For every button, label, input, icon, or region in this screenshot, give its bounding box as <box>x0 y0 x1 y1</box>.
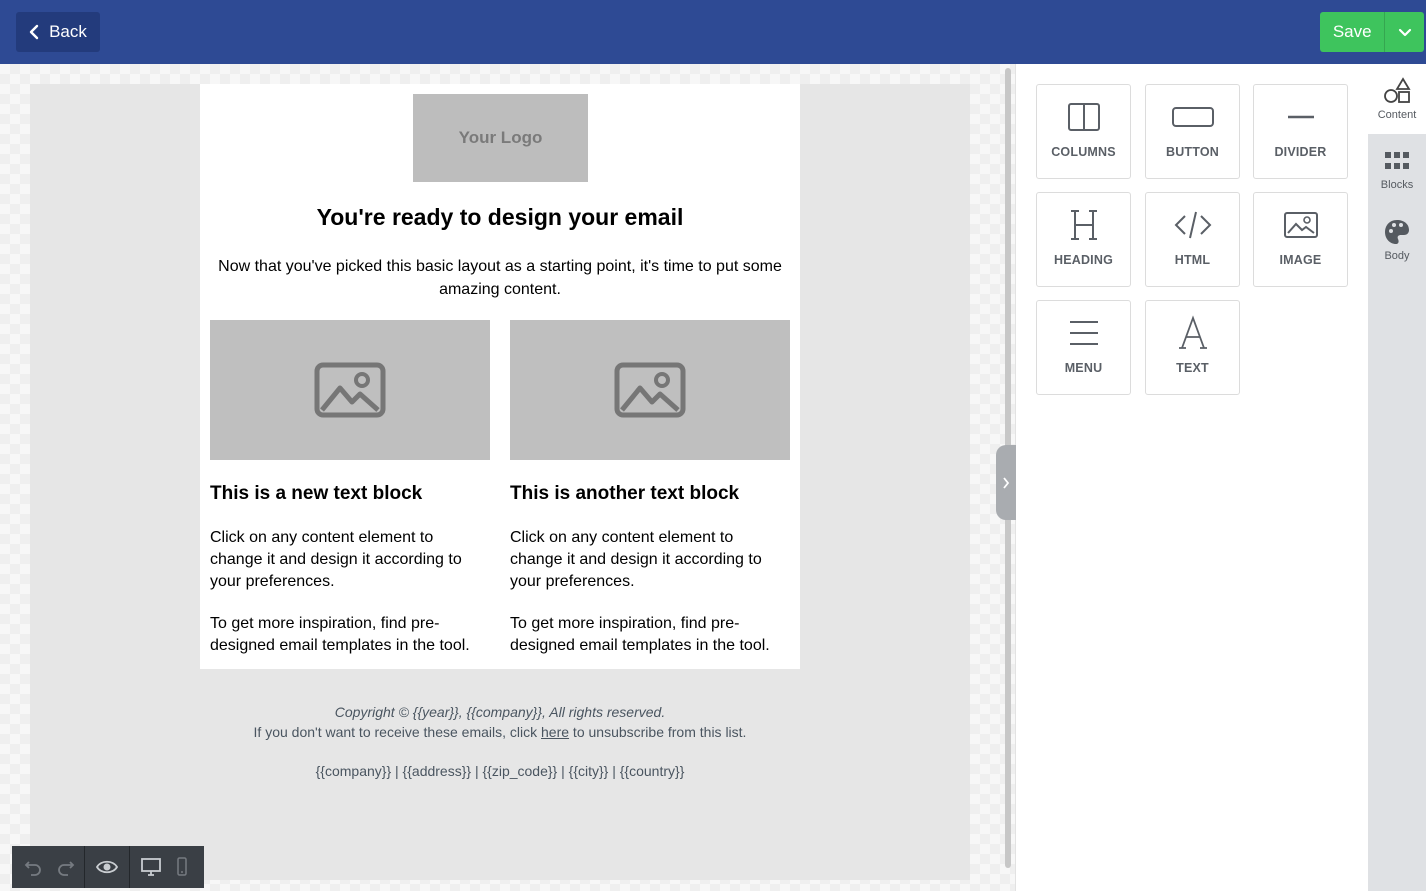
mobile-icon <box>177 857 187 876</box>
footer-address: {{company}} | {{address}} | {{zip_code}}… <box>315 763 685 779</box>
tab-label: Content <box>1377 109 1417 121</box>
desktop-icon <box>141 858 161 876</box>
column-text-left-1[interactable]: Click on any content element to change i… <box>210 527 490 593</box>
redo-icon <box>58 861 75 876</box>
column-heading-right[interactable]: This is another text block <box>510 483 790 505</box>
image-icon <box>1283 212 1318 238</box>
email-heading[interactable]: You're ready to design your email <box>200 204 800 231</box>
tool-image[interactable]: IMAGE <box>1253 192 1348 287</box>
shapes-icon <box>1384 77 1411 103</box>
column-heading-left[interactable]: This is a new text block <box>210 483 490 505</box>
bottom-toolbar <box>12 846 204 888</box>
tool-label: TEXT <box>1176 361 1209 375</box>
tool-label: DIVIDER <box>1274 145 1327 159</box>
text-icon <box>1178 315 1207 349</box>
tool-label: HEADING <box>1053 253 1114 267</box>
mobile-view-button[interactable] <box>172 846 192 888</box>
html-icon <box>1174 211 1211 239</box>
side-tabs: Content Blocks Body <box>1368 64 1426 891</box>
chevron-left-icon <box>29 24 39 40</box>
email-intro-text[interactable]: Now that you've picked this basic layout… <box>212 255 788 301</box>
undo-icon <box>24 861 41 876</box>
desktop-view-button[interactable] <box>130 846 172 888</box>
tool-button[interactable]: BUTTON <box>1145 84 1240 179</box>
unsub-text-after: to unsubscribe from this list. <box>569 724 747 740</box>
tool-html[interactable]: HTML <box>1145 192 1240 287</box>
tool-text[interactable]: TEXT <box>1145 300 1240 395</box>
panel-collapse-handle[interactable] <box>996 445 1016 520</box>
content-panel: COLUMNS BUTTON DIVIDER HEADING HTML IMAG… <box>1016 64 1368 891</box>
eye-icon <box>96 860 118 874</box>
tool-label: IMAGE <box>1279 253 1322 267</box>
email-background[interactable]: Your Logo You're ready to design your em… <box>30 84 970 880</box>
top-bar: Back Save <box>0 0 1426 64</box>
tool-heading[interactable]: HEADING <box>1036 192 1131 287</box>
email-footer[interactable]: Copyright © {{year}}, {{company}}, All r… <box>200 702 800 781</box>
back-label: Back <box>49 22 87 41</box>
save-button[interactable]: Save <box>1320 12 1384 52</box>
tool-columns[interactable]: COLUMNS <box>1036 84 1131 179</box>
columns-icon <box>1067 103 1100 131</box>
undo-button[interactable] <box>12 846 48 888</box>
save-button-group: Save <box>1320 12 1424 52</box>
redo-button[interactable] <box>48 846 84 888</box>
tool-label: HTML <box>1174 253 1211 267</box>
tab-body[interactable]: Body <box>1368 205 1426 275</box>
chevron-right-icon <box>1003 476 1010 489</box>
tool-divider[interactable]: DIVIDER <box>1253 84 1348 179</box>
editor-canvas: Your Logo You're ready to design your em… <box>0 64 1015 891</box>
chevron-down-icon <box>1398 28 1411 36</box>
grid-icon <box>1385 152 1409 169</box>
image-icon <box>614 362 686 418</box>
email-content: Your Logo You're ready to design your em… <box>200 84 800 669</box>
column-text-right-1[interactable]: Click on any content element to change i… <box>510 527 790 593</box>
image-placeholder-right[interactable] <box>510 320 790 460</box>
unsub-text-before: If you don't want to receive these email… <box>253 724 542 740</box>
image-placeholder-left[interactable] <box>210 320 490 460</box>
tool-label: BUTTON <box>1165 145 1220 159</box>
preview-button[interactable] <box>85 846 129 888</box>
tab-label: Blocks <box>1380 179 1414 191</box>
footer-unsubscribe: If you don't want to receive these email… <box>200 722 800 742</box>
tool-label: MENU <box>1064 361 1103 375</box>
divider-icon <box>1287 115 1314 119</box>
heading-icon <box>1070 210 1097 240</box>
save-options-button[interactable] <box>1384 12 1424 52</box>
tab-content[interactable]: Content <box>1368 64 1426 134</box>
unsubscribe-link[interactable]: here <box>541 724 569 740</box>
logo-placeholder[interactable]: Your Logo <box>413 94 588 182</box>
column-text-right-2[interactable]: To get more inspiration, find pre-design… <box>510 613 790 657</box>
footer-copyright: Copyright © {{year}}, {{company}}, All r… <box>334 704 666 720</box>
palette-icon <box>1385 220 1409 244</box>
menu-icon <box>1069 321 1098 345</box>
column-text-left-2[interactable]: To get more inspiration, find pre-design… <box>210 613 490 657</box>
tool-label: COLUMNS <box>1051 145 1116 159</box>
back-button[interactable]: Back <box>16 12 100 52</box>
image-icon <box>314 362 386 418</box>
tab-label: Body <box>1384 250 1410 262</box>
tab-blocks[interactable]: Blocks <box>1368 134 1426 204</box>
tool-menu[interactable]: MENU <box>1036 300 1131 395</box>
button-icon <box>1171 107 1214 127</box>
